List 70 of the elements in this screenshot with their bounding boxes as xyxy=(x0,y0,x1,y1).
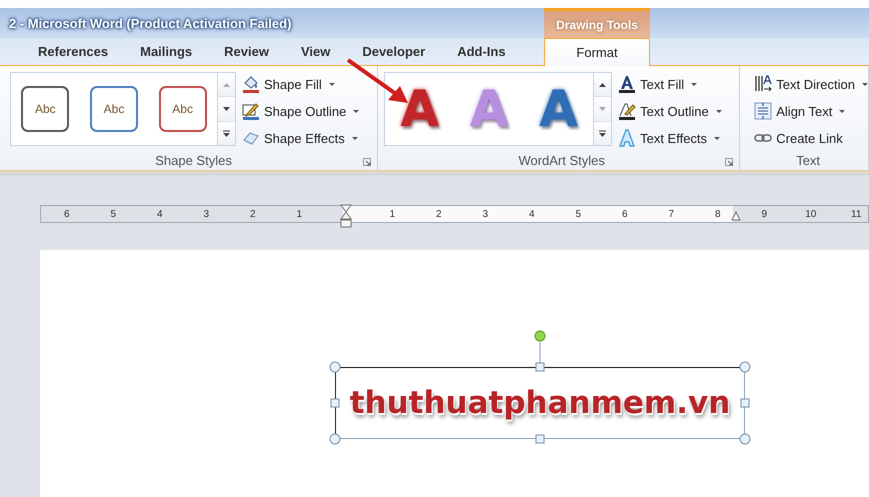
ribbon-tab[interactable]: Developer xyxy=(346,38,442,65)
ribbon-tab[interactable]: Mailings xyxy=(124,38,208,65)
chain-link-icon xyxy=(754,133,772,143)
ribbon-command[interactable]: Shape Outline xyxy=(242,99,360,123)
ribbon-command[interactable]: Text Outline xyxy=(618,99,722,123)
shape-style-swatch[interactable]: Abc xyxy=(90,86,138,132)
window-title: 2 - Microsoft Word (Product Activation Failed) xyxy=(9,16,292,30)
shape-style-swatch[interactable]: Abc xyxy=(158,86,207,132)
ruler-number: 7 xyxy=(668,208,674,220)
resize-handle[interactable] xyxy=(330,362,340,372)
up-arrow-icon xyxy=(599,82,606,87)
ruler-number: 1 xyxy=(389,208,396,220)
text-direction-icon xyxy=(754,75,772,93)
ruler-number: 11 xyxy=(851,208,862,220)
ribbon-tab[interactable]: Review xyxy=(208,38,285,65)
ribbon-tab[interactable]: References xyxy=(22,38,124,65)
ribbon-command[interactable]: Shape Effects xyxy=(242,126,360,150)
dialog-launcher-icon[interactable] xyxy=(363,158,372,166)
ribbon-tab[interactable]: View xyxy=(284,38,346,65)
resize-handle[interactable] xyxy=(536,434,544,444)
ruler-number: 5 xyxy=(575,208,582,220)
ribbon-command[interactable]: Text Fill xyxy=(618,72,722,96)
align-text-icon xyxy=(754,102,772,120)
resize-handle[interactable] xyxy=(740,362,750,372)
text-box[interactable]: thuthuatphanmem.vn xyxy=(335,367,745,439)
ruler-number: 5 xyxy=(110,208,116,220)
glowing-letter-icon xyxy=(618,129,636,147)
paint-bucket-icon xyxy=(242,75,260,93)
ruler-number: 10 xyxy=(805,208,816,220)
margin-marker-icon[interactable] xyxy=(731,211,741,221)
ribbon-command[interactable]: Text Direction xyxy=(754,72,868,96)
down-arrow-icon xyxy=(599,106,606,111)
resize-handle[interactable] xyxy=(740,398,750,408)
ruler-number: 4 xyxy=(528,208,535,220)
resize-handle[interactable] xyxy=(740,434,750,444)
ribbon-command[interactable]: Align Text xyxy=(754,99,868,123)
up-arrow-icon xyxy=(223,82,230,87)
ribbon-tab[interactable]: Format xyxy=(544,38,650,66)
down-arrow-icon xyxy=(223,106,230,111)
group-label: Shape Styles xyxy=(155,152,232,168)
resize-handle[interactable] xyxy=(536,362,544,372)
ruler-number: 3 xyxy=(203,208,210,220)
pencil-icon xyxy=(242,102,260,120)
expand-icon xyxy=(223,130,230,137)
ruler-number: 6 xyxy=(622,208,628,220)
ruler-number: 2 xyxy=(250,208,256,220)
letter-fill-icon xyxy=(618,75,636,93)
ribbon-command[interactable]: Create Link xyxy=(754,126,868,150)
contextual-tab-label: Drawing Tools xyxy=(544,8,650,38)
ribbon-command[interactable]: Text Effects xyxy=(618,126,722,150)
expand-icon xyxy=(599,130,606,137)
resize-handle[interactable] xyxy=(330,398,340,408)
resize-handle[interactable] xyxy=(330,434,340,444)
ribbon-tab[interactable]: Add-Ins xyxy=(441,38,522,65)
ruler-number: 4 xyxy=(156,208,163,220)
wordart-text: thuthuatphanmem.vn xyxy=(350,385,730,421)
ruler-number: 6 xyxy=(64,208,70,220)
ruler-number: 8 xyxy=(714,208,721,220)
dialog-launcher-icon[interactable] xyxy=(725,158,734,166)
group-label: Text xyxy=(796,152,820,168)
ruler-number: 3 xyxy=(482,208,488,220)
ribbon-command[interactable]: Shape Fill xyxy=(242,72,360,96)
rotation-handle[interactable] xyxy=(533,330,547,364)
group-label: WordArt Styles xyxy=(518,152,605,168)
ruler-number: 2 xyxy=(436,208,442,220)
shape-style-swatch[interactable]: Abc xyxy=(21,86,70,132)
ruler-number: 9 xyxy=(761,208,768,220)
letter-pencil-icon xyxy=(618,102,636,120)
indent-marker-icon[interactable] xyxy=(340,204,352,228)
ruler-number: 1 xyxy=(296,208,302,220)
